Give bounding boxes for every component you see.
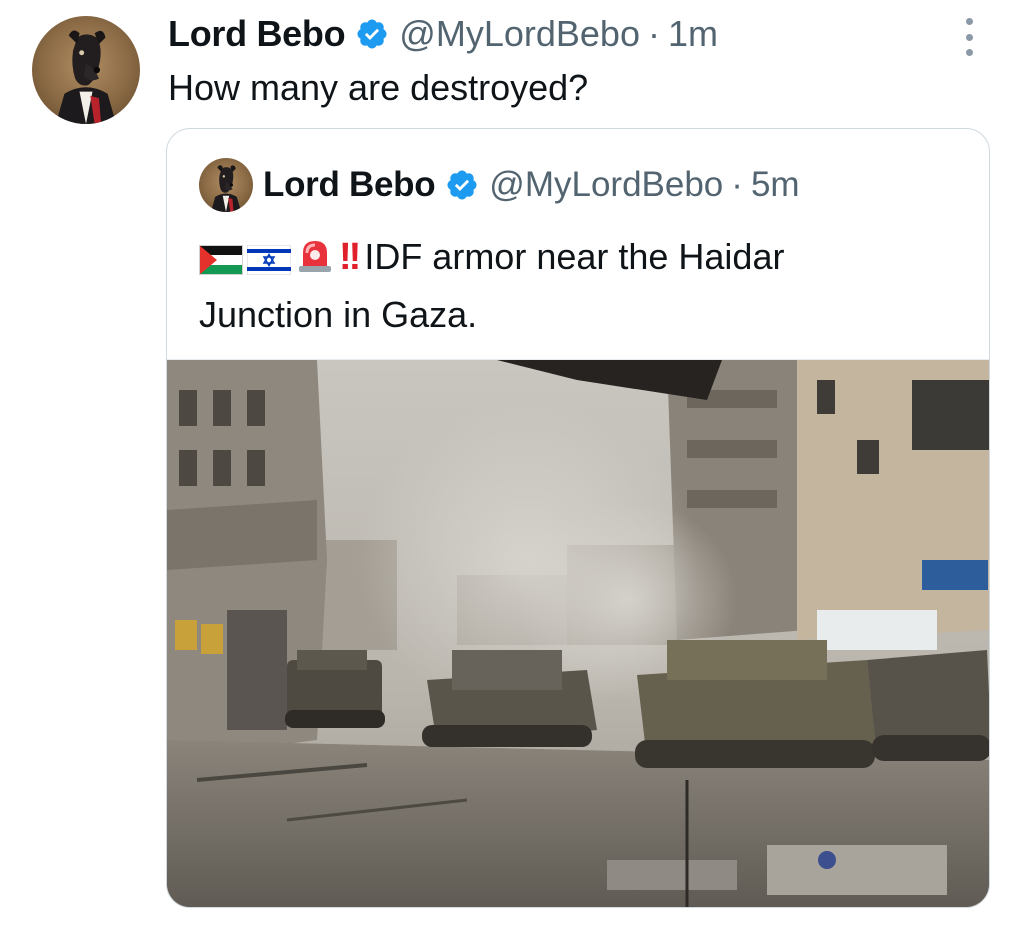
double-exclamation-icon: !! (339, 236, 361, 278)
tweet-text: How many are destroyed? (168, 67, 589, 108)
quoted-author-handle[interactable]: @MyLordBebo (489, 165, 723, 205)
quoted-tweet[interactable]: Lord Bebo @MyLordBebo · 5m !! IDF armor … (166, 128, 990, 908)
quoted-timestamp[interactable]: 5m (751, 165, 800, 205)
quoted-author-name[interactable]: Lord Bebo (263, 165, 436, 205)
tanks-street-photo (167, 360, 989, 907)
author-handle[interactable]: @MyLordBebo (399, 13, 640, 55)
author-name[interactable]: Lord Bebo (168, 13, 346, 55)
verified-badge-icon[interactable] (445, 168, 479, 202)
israel-flag-icon (246, 237, 292, 289)
quoted-author-avatar[interactable] (199, 158, 253, 212)
tweet-header: Lord Bebo @MyLordBebo · 1m (168, 12, 718, 56)
separator-dot: · (731, 165, 743, 204)
quoted-text-line-1: !! IDF armor near the Haidar (199, 231, 784, 289)
more-options-icon[interactable] (954, 18, 984, 56)
separator-dot: · (647, 13, 660, 54)
verified-badge-icon[interactable] (355, 17, 389, 51)
quoted-tweet-text: !! IDF armor near the Haidar Junction in … (199, 231, 784, 341)
quoted-tweet-header: Lord Bebo @MyLordBebo · 5m (263, 163, 800, 207)
dog-in-suit-avatar-icon (55, 30, 117, 124)
timestamp[interactable]: 1m (668, 13, 718, 55)
quoted-text-line-2: Junction in Gaza. (199, 294, 478, 335)
police-siren-icon (295, 235, 335, 289)
quoted-text-line-1-content: IDF armor near the Haidar (364, 236, 785, 277)
dog-in-suit-avatar-icon (210, 165, 242, 212)
tweet-media-image[interactable] (167, 359, 989, 907)
author-avatar[interactable] (32, 16, 140, 124)
palestine-flag-icon (199, 237, 243, 289)
tweet[interactable]: Lord Bebo @MyLordBebo · 1m How many are … (0, 0, 1024, 932)
